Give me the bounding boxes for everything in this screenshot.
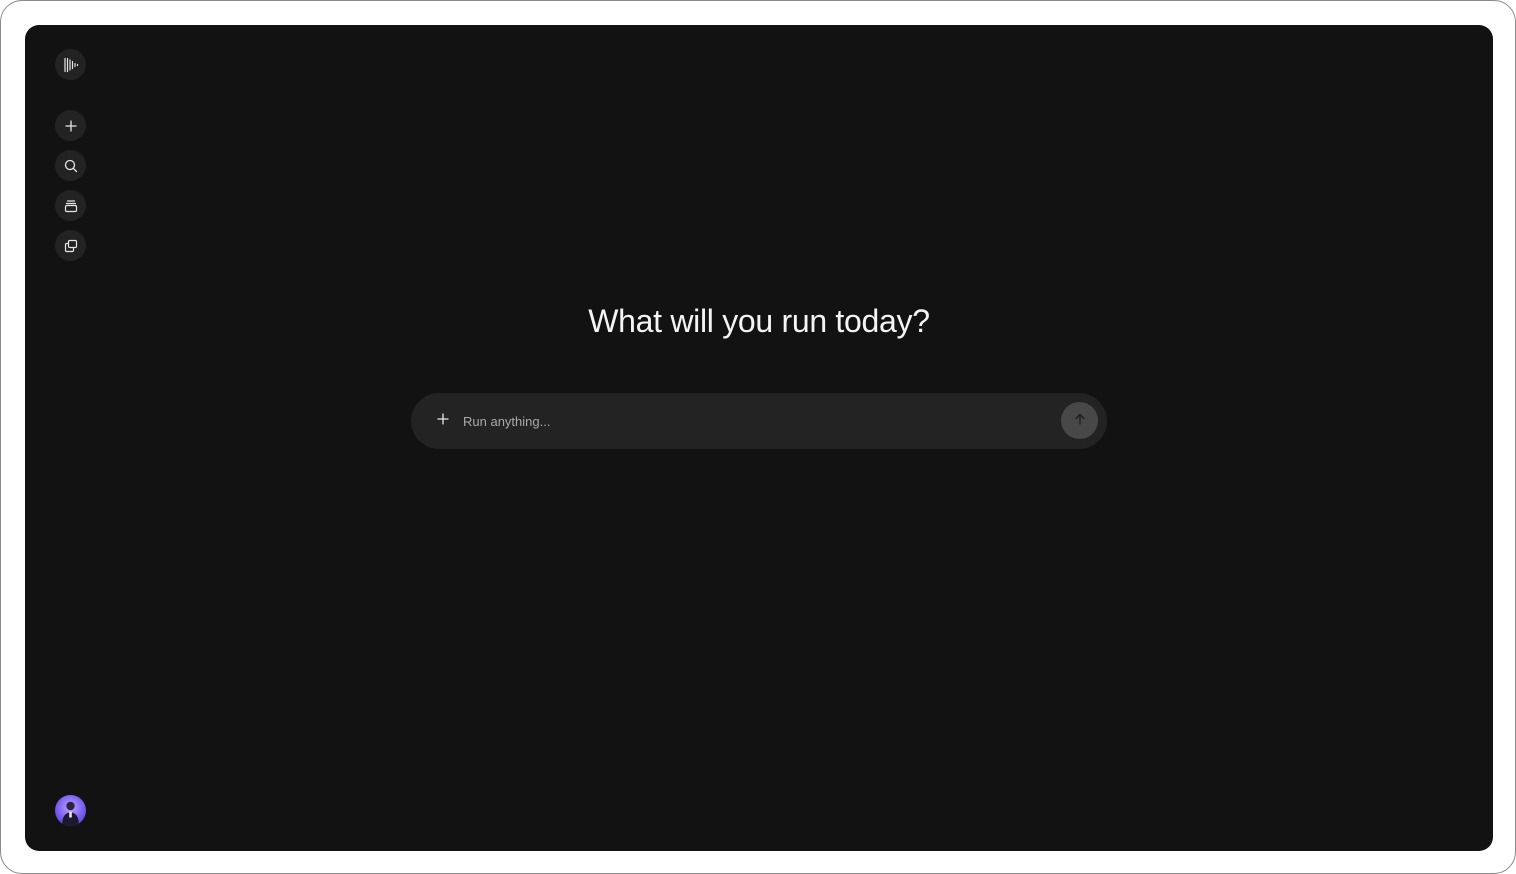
projects-button[interactable] — [55, 230, 86, 261]
attach-button[interactable] — [431, 407, 455, 435]
waveform-logo-icon — [63, 57, 79, 73]
plus-icon — [437, 412, 449, 430]
logo-button[interactable] — [55, 49, 86, 80]
prompt-input[interactable] — [463, 407, 1043, 435]
send-button[interactable] — [1061, 402, 1098, 439]
arrow-up-icon — [1074, 412, 1086, 430]
user-avatar-icon — [62, 801, 79, 826]
library-button[interactable] — [55, 190, 86, 221]
window-frame: What will you run today? — [0, 0, 1516, 874]
stack-icon — [64, 199, 78, 213]
copy-icon — [64, 239, 78, 253]
prompt-bar — [411, 393, 1107, 449]
page-headline: What will you run today? — [588, 303, 930, 339]
app-window: What will you run today? — [25, 25, 1493, 851]
new-chat-button[interactable] — [55, 110, 86, 141]
search-button[interactable] — [55, 150, 86, 181]
search-icon — [64, 159, 78, 173]
plus-icon — [64, 119, 77, 132]
avatar[interactable] — [55, 795, 86, 826]
